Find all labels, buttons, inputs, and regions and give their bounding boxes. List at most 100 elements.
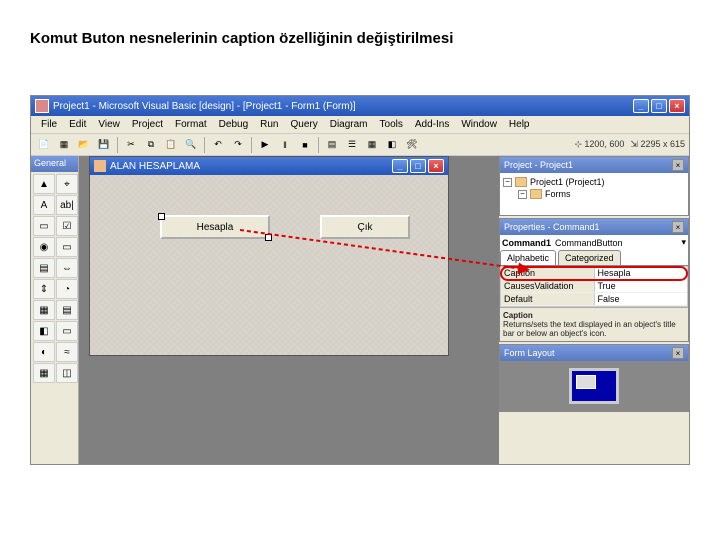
menu-tools[interactable]: Tools [374, 117, 409, 132]
main-area: General ▲ ⌖ A ab| ▭ ☑ ◉ ▭ ▤ ⇔ ⇕ ◔ ▦ ▤ ◧ … [31, 156, 689, 464]
tool-pointer-icon[interactable]: ▲ [33, 174, 55, 194]
menu-help[interactable]: Help [503, 117, 536, 132]
toolbar-sep [117, 137, 118, 153]
form-minimize-button[interactable]: _ [392, 159, 408, 173]
tool-hscroll-icon[interactable]: ⇕ [33, 279, 55, 299]
property-value[interactable]: True [595, 280, 688, 292]
toolbar-props-icon[interactable]: ☰ [343, 136, 361, 154]
toolbar-copy-icon[interactable]: ⧉ [142, 136, 160, 154]
menu-debug[interactable]: Debug [213, 117, 254, 132]
tool-combobox-icon[interactable]: ▤ [33, 258, 55, 278]
close-button[interactable]: × [669, 99, 685, 113]
properties-panel-title: Properties - Command1 [504, 222, 600, 232]
titlebar: Project1 - Microsoft Visual Basic [desig… [31, 96, 689, 116]
form-layout-body[interactable] [500, 361, 688, 411]
menu-diagram[interactable]: Diagram [324, 117, 374, 132]
toolbar: 📄 ▦ 📂 💾 ✂ ⧉ 📋 🔍 ↶ ↷ ▶ ‖ ■ ▤ ☰ ▦ ◧ 🛠 ⊹ 12… [31, 134, 689, 156]
tree-collapse-icon[interactable]: − [518, 190, 527, 199]
menu-view[interactable]: View [92, 117, 126, 132]
mdi-area: ALAN HESAPLAMA _ □ × Hesapla Çık [79, 156, 499, 464]
tool-shape-icon[interactable]: ◐ [33, 342, 55, 362]
form-icon [94, 160, 106, 172]
toolbar-layout-icon[interactable]: ▦ [363, 136, 381, 154]
tool-commandbutton-icon[interactable]: ☑ [56, 216, 78, 236]
tab-alphabetic[interactable]: Alphabetic [500, 250, 556, 265]
tab-categorized[interactable]: Categorized [558, 250, 621, 265]
size-label: ⇲ 2295 x 615 [630, 139, 685, 150]
toolbar-toolbox-icon[interactable]: 🛠 [403, 136, 421, 154]
right-panels: Project - Project1 × − Project1 (Project… [499, 156, 689, 464]
tool-vscroll-icon[interactable]: ◔ [56, 279, 78, 299]
property-row[interactable]: CausesValidation True [501, 280, 687, 293]
toolbar-open-icon[interactable]: 📂 [75, 136, 93, 154]
tool-picturebox-icon[interactable]: ⌖ [56, 174, 78, 194]
property-key: CausesValidation [501, 280, 595, 292]
toolbar-find-icon[interactable]: 🔍 [182, 136, 200, 154]
toolbar-pause-icon[interactable]: ‖ [276, 136, 294, 154]
command2-button[interactable]: Çık [320, 215, 410, 239]
properties-panel: Properties - Command1 × Command1 Command… [499, 218, 689, 342]
tool-frame-icon[interactable]: ▭ [33, 216, 55, 236]
monitor-icon [569, 368, 619, 404]
tree-collapse-icon[interactable]: − [503, 178, 512, 187]
tool-drivelist-icon[interactable]: ▤ [56, 300, 78, 320]
tool-checkbox-icon[interactable]: ◉ [33, 237, 55, 257]
form-layout-panel: Form Layout × [499, 344, 689, 412]
menu-format[interactable]: Format [169, 117, 213, 132]
tool-filelist-icon[interactable]: ▭ [56, 321, 78, 341]
property-desc-title: Caption [503, 311, 685, 320]
project-explorer-panel: Project - Project1 × − Project1 (Project… [499, 156, 689, 216]
menu-project[interactable]: Project [126, 117, 169, 132]
command1-button[interactable]: Hesapla [160, 215, 270, 239]
toolbar-redo-icon[interactable]: ↷ [229, 136, 247, 154]
properties-panel-close-button[interactable]: × [672, 221, 684, 233]
menu-file[interactable]: File [35, 117, 63, 132]
tree-root[interactable]: − Project1 (Project1) [503, 176, 685, 188]
menu-query[interactable]: Query [284, 117, 323, 132]
property-value[interactable]: Hesapla [595, 267, 688, 279]
tool-image-icon[interactable]: ▦ [33, 363, 55, 383]
menu-window[interactable]: Window [455, 117, 503, 132]
toolbar-save-icon[interactable]: 💾 [95, 136, 113, 154]
toolbar-stop-icon[interactable]: ■ [296, 136, 314, 154]
form-layout-close-button[interactable]: × [672, 347, 684, 359]
tool-label-icon[interactable]: A [33, 195, 55, 215]
menu-run[interactable]: Run [254, 117, 284, 132]
toolbar-run-icon[interactable]: ▶ [256, 136, 274, 154]
property-desc-body: Returns/sets the text displayed in an ob… [503, 320, 685, 338]
toolbar-new-icon[interactable]: 📄 [35, 136, 53, 154]
form-designer-window[interactable]: ALAN HESAPLAMA _ □ × Hesapla Çık [89, 156, 449, 356]
menu-edit[interactable]: Edit [63, 117, 92, 132]
tool-timer-icon[interactable]: ▦ [33, 300, 55, 320]
toolbar-project-icon[interactable]: ▤ [323, 136, 341, 154]
layout-form-icon[interactable] [576, 375, 596, 389]
form-layout-title: Form Layout [504, 348, 555, 358]
maximize-button[interactable]: □ [651, 99, 667, 113]
minimize-button[interactable]: _ [633, 99, 649, 113]
project-explorer-close-button[interactable]: × [672, 159, 684, 171]
tool-data-icon[interactable]: ◫ [56, 363, 78, 383]
app-icon [35, 99, 49, 113]
project-explorer-title: Project - Project1 [504, 160, 573, 170]
toolbar-addform-icon[interactable]: ▦ [55, 136, 73, 154]
property-row-caption[interactable]: Caption Hesapla [501, 267, 687, 280]
form-close-button[interactable]: × [428, 159, 444, 173]
tool-dirlist-icon[interactable]: ◧ [33, 321, 55, 341]
tool-line-icon[interactable]: ≈ [56, 342, 78, 362]
tool-listbox-icon[interactable]: ⇔ [56, 258, 78, 278]
form-maximize-button[interactable]: □ [410, 159, 426, 173]
tool-option-icon[interactable]: ▭ [56, 237, 78, 257]
menu-addins[interactable]: Add-Ins [409, 117, 455, 132]
property-value[interactable]: False [595, 293, 688, 305]
form-body[interactable]: Hesapla Çık [90, 175, 448, 355]
form-titlebar[interactable]: ALAN HESAPLAMA _ □ × [90, 157, 448, 175]
toolbar-cut-icon[interactable]: ✂ [122, 136, 140, 154]
property-row[interactable]: Default False [501, 293, 687, 306]
properties-grid[interactable]: Caption Hesapla CausesValidation True De… [500, 266, 688, 307]
tree-folder[interactable]: − Forms [503, 188, 685, 200]
object-dropdown-icon[interactable]: ▾ [681, 237, 686, 248]
toolbar-undo-icon[interactable]: ↶ [209, 136, 227, 154]
toolbar-paste-icon[interactable]: 📋 [162, 136, 180, 154]
toolbar-object-icon[interactable]: ◧ [383, 136, 401, 154]
tool-textbox-icon[interactable]: ab| [56, 195, 78, 215]
